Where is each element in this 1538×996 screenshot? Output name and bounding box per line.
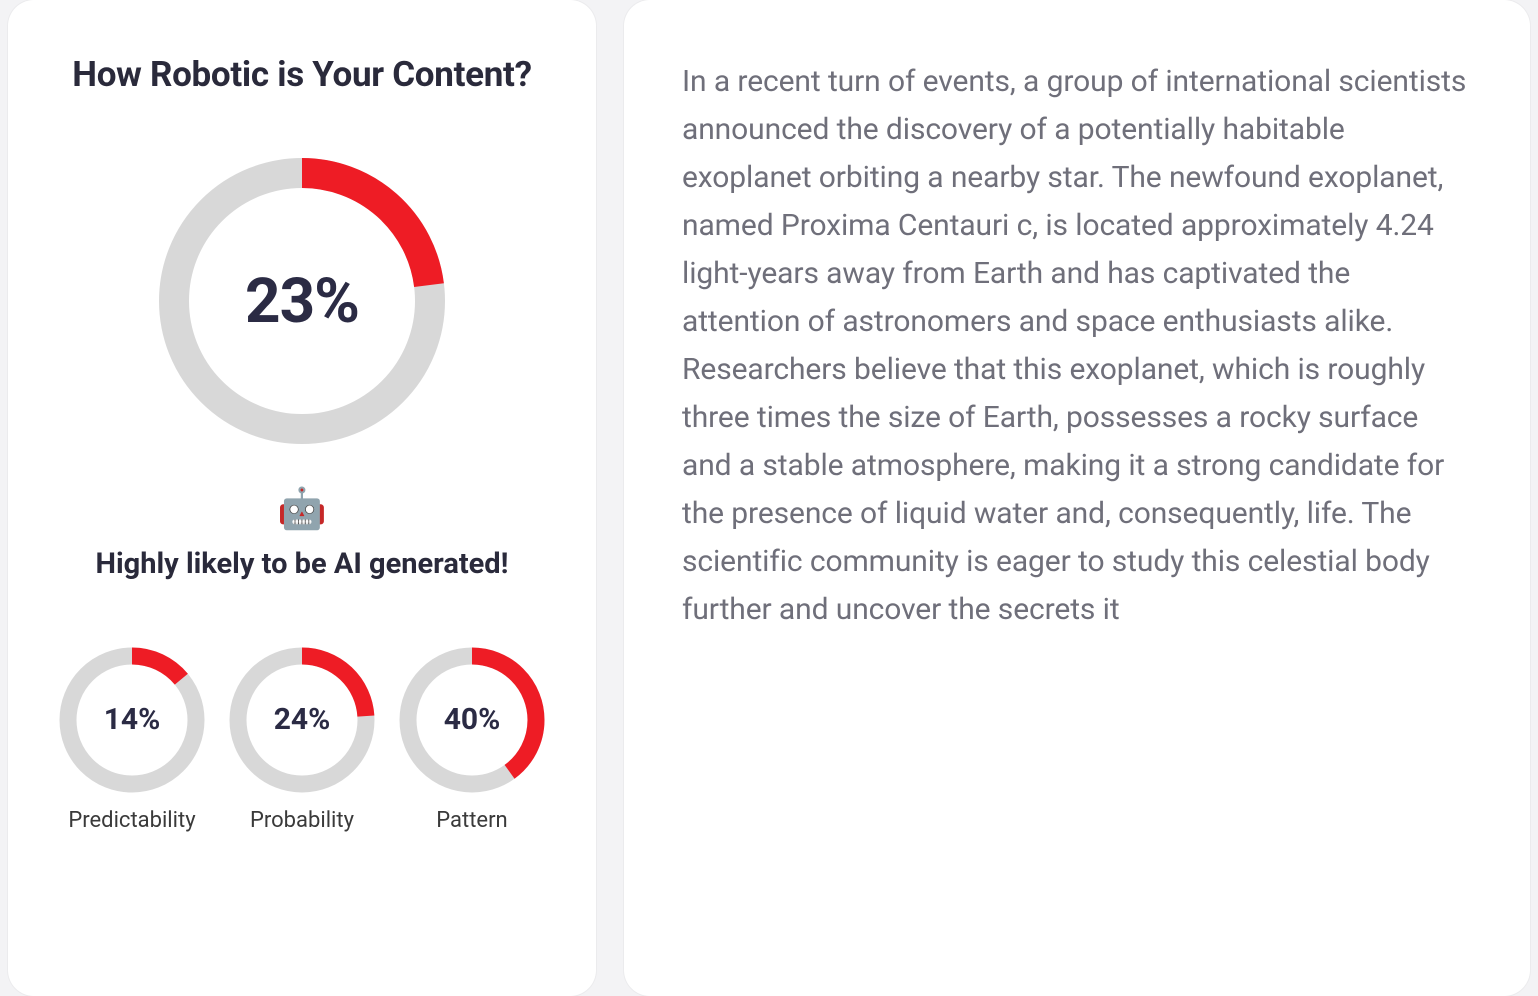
metric-row: 14% Predictability 24% Probability: [48, 644, 556, 833]
metric-probability-label: Probability: [250, 808, 354, 833]
metric-pattern-label: Pattern: [436, 808, 507, 833]
metric-pattern: 40% Pattern: [392, 644, 552, 833]
metric-predictability-gauge: 14%: [56, 644, 208, 796]
verdict-text: Highly likely to be AI generated!: [96, 539, 509, 590]
analyzed-text: In a recent turn of events, a group of i…: [682, 58, 1472, 634]
overall-gauge-value: 23%: [245, 265, 359, 338]
robot-icon: 🤖: [277, 489, 327, 529]
metric-probability-value: 24%: [274, 702, 331, 737]
score-card-title: How Robotic is Your Content?: [72, 54, 531, 95]
metric-probability-gauge: 24%: [226, 644, 378, 796]
verdict: 🤖 Highly likely to be AI generated!: [82, 489, 522, 590]
metric-predictability: 14% Predictability: [52, 644, 212, 833]
metric-predictability-value: 14%: [104, 702, 161, 737]
metric-pattern-value: 40%: [444, 702, 501, 737]
overall-gauge: 23%: [152, 151, 452, 451]
score-card: How Robotic is Your Content? 23% 🤖 Highl…: [8, 0, 596, 996]
metric-pattern-gauge: 40%: [396, 644, 548, 796]
content-card: In a recent turn of events, a group of i…: [624, 0, 1530, 996]
metric-predictability-label: Predictability: [68, 808, 195, 833]
metric-probability: 24% Probability: [222, 644, 382, 833]
